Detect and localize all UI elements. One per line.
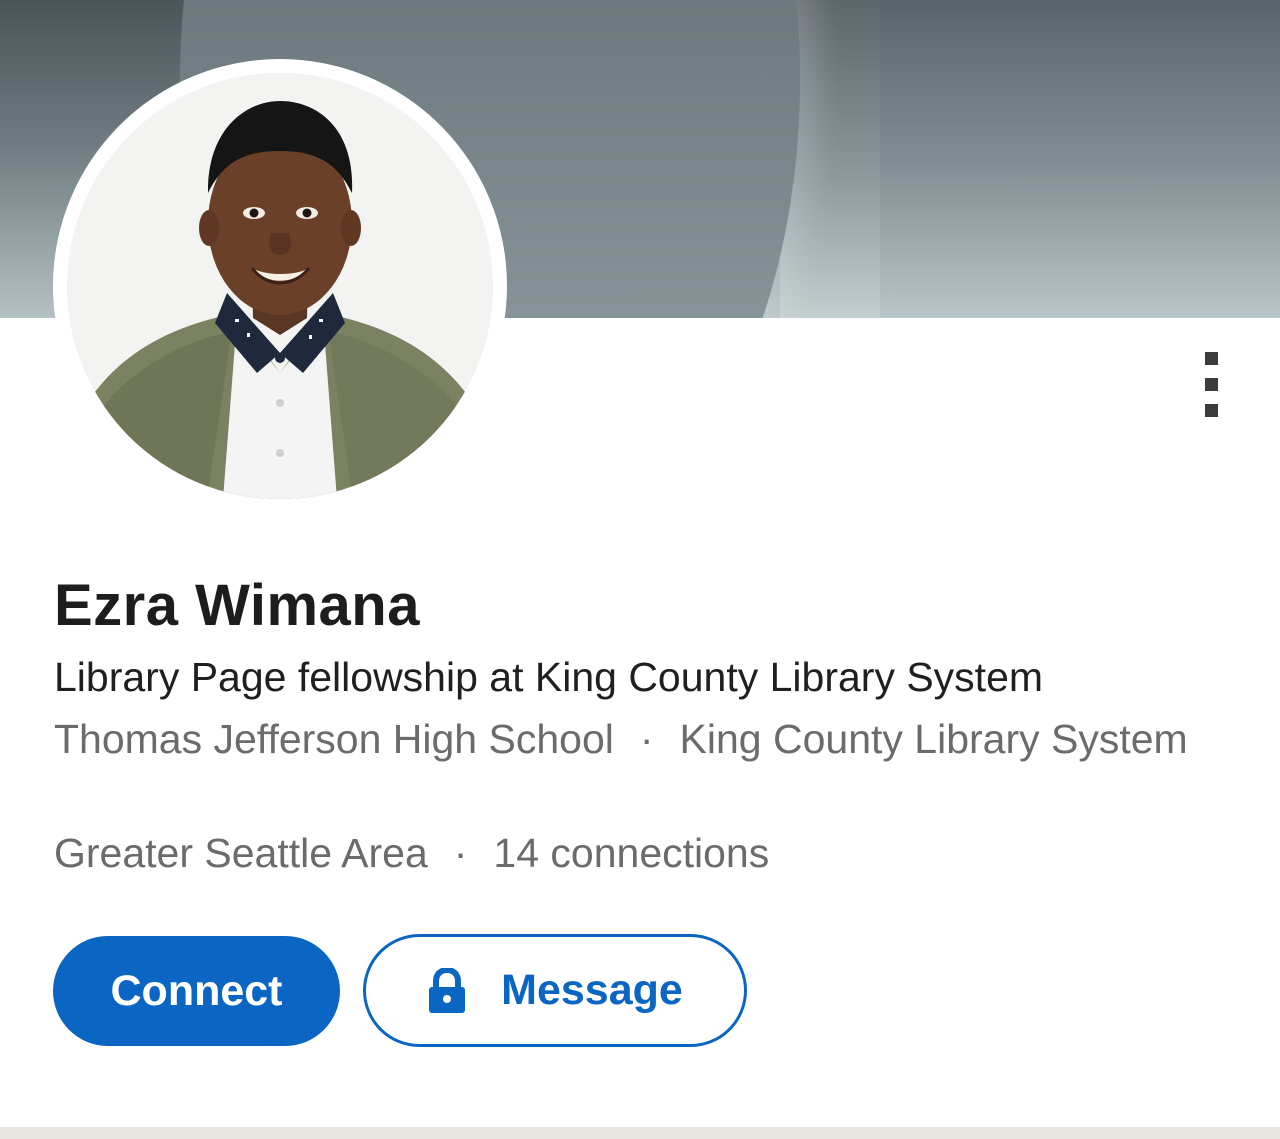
lock-icon xyxy=(427,966,467,1014)
avatar[interactable] xyxy=(53,59,507,513)
location-text: Greater Seattle Area xyxy=(54,830,428,876)
message-label: Message xyxy=(501,966,683,1014)
more-dot xyxy=(1205,378,1218,391)
connect-label: Connect xyxy=(110,966,283,1015)
cover-right-panel xyxy=(880,0,1280,318)
avatar-illustration xyxy=(67,73,493,499)
profile-card: Ezra Wimana Library Page fellowship at K… xyxy=(0,0,1280,1127)
more-options-icon[interactable] xyxy=(1190,342,1234,426)
connect-button[interactable]: Connect xyxy=(53,936,340,1046)
education-line: Thomas Jefferson High School · King County… xyxy=(54,710,1204,769)
bottom-divider xyxy=(0,1127,1280,1139)
separator-dot: · xyxy=(453,830,468,876)
avatar-photo xyxy=(67,73,493,499)
connections-link[interactable]: 14 connections xyxy=(493,830,769,876)
more-dot xyxy=(1205,404,1218,417)
profile-headline: Library Page fellowship at King County L… xyxy=(54,654,1044,700)
more-dot xyxy=(1205,352,1218,365)
education-link[interactable]: Thomas Jefferson High School xyxy=(54,716,614,762)
message-button[interactable]: Message xyxy=(363,934,747,1047)
location-line: Greater Seattle Area · 14 connections xyxy=(54,828,769,878)
profile-name: Ezra Wimana xyxy=(54,573,420,638)
separator-dot: · xyxy=(639,716,654,762)
organization-link[interactable]: King County Library System xyxy=(680,716,1188,762)
